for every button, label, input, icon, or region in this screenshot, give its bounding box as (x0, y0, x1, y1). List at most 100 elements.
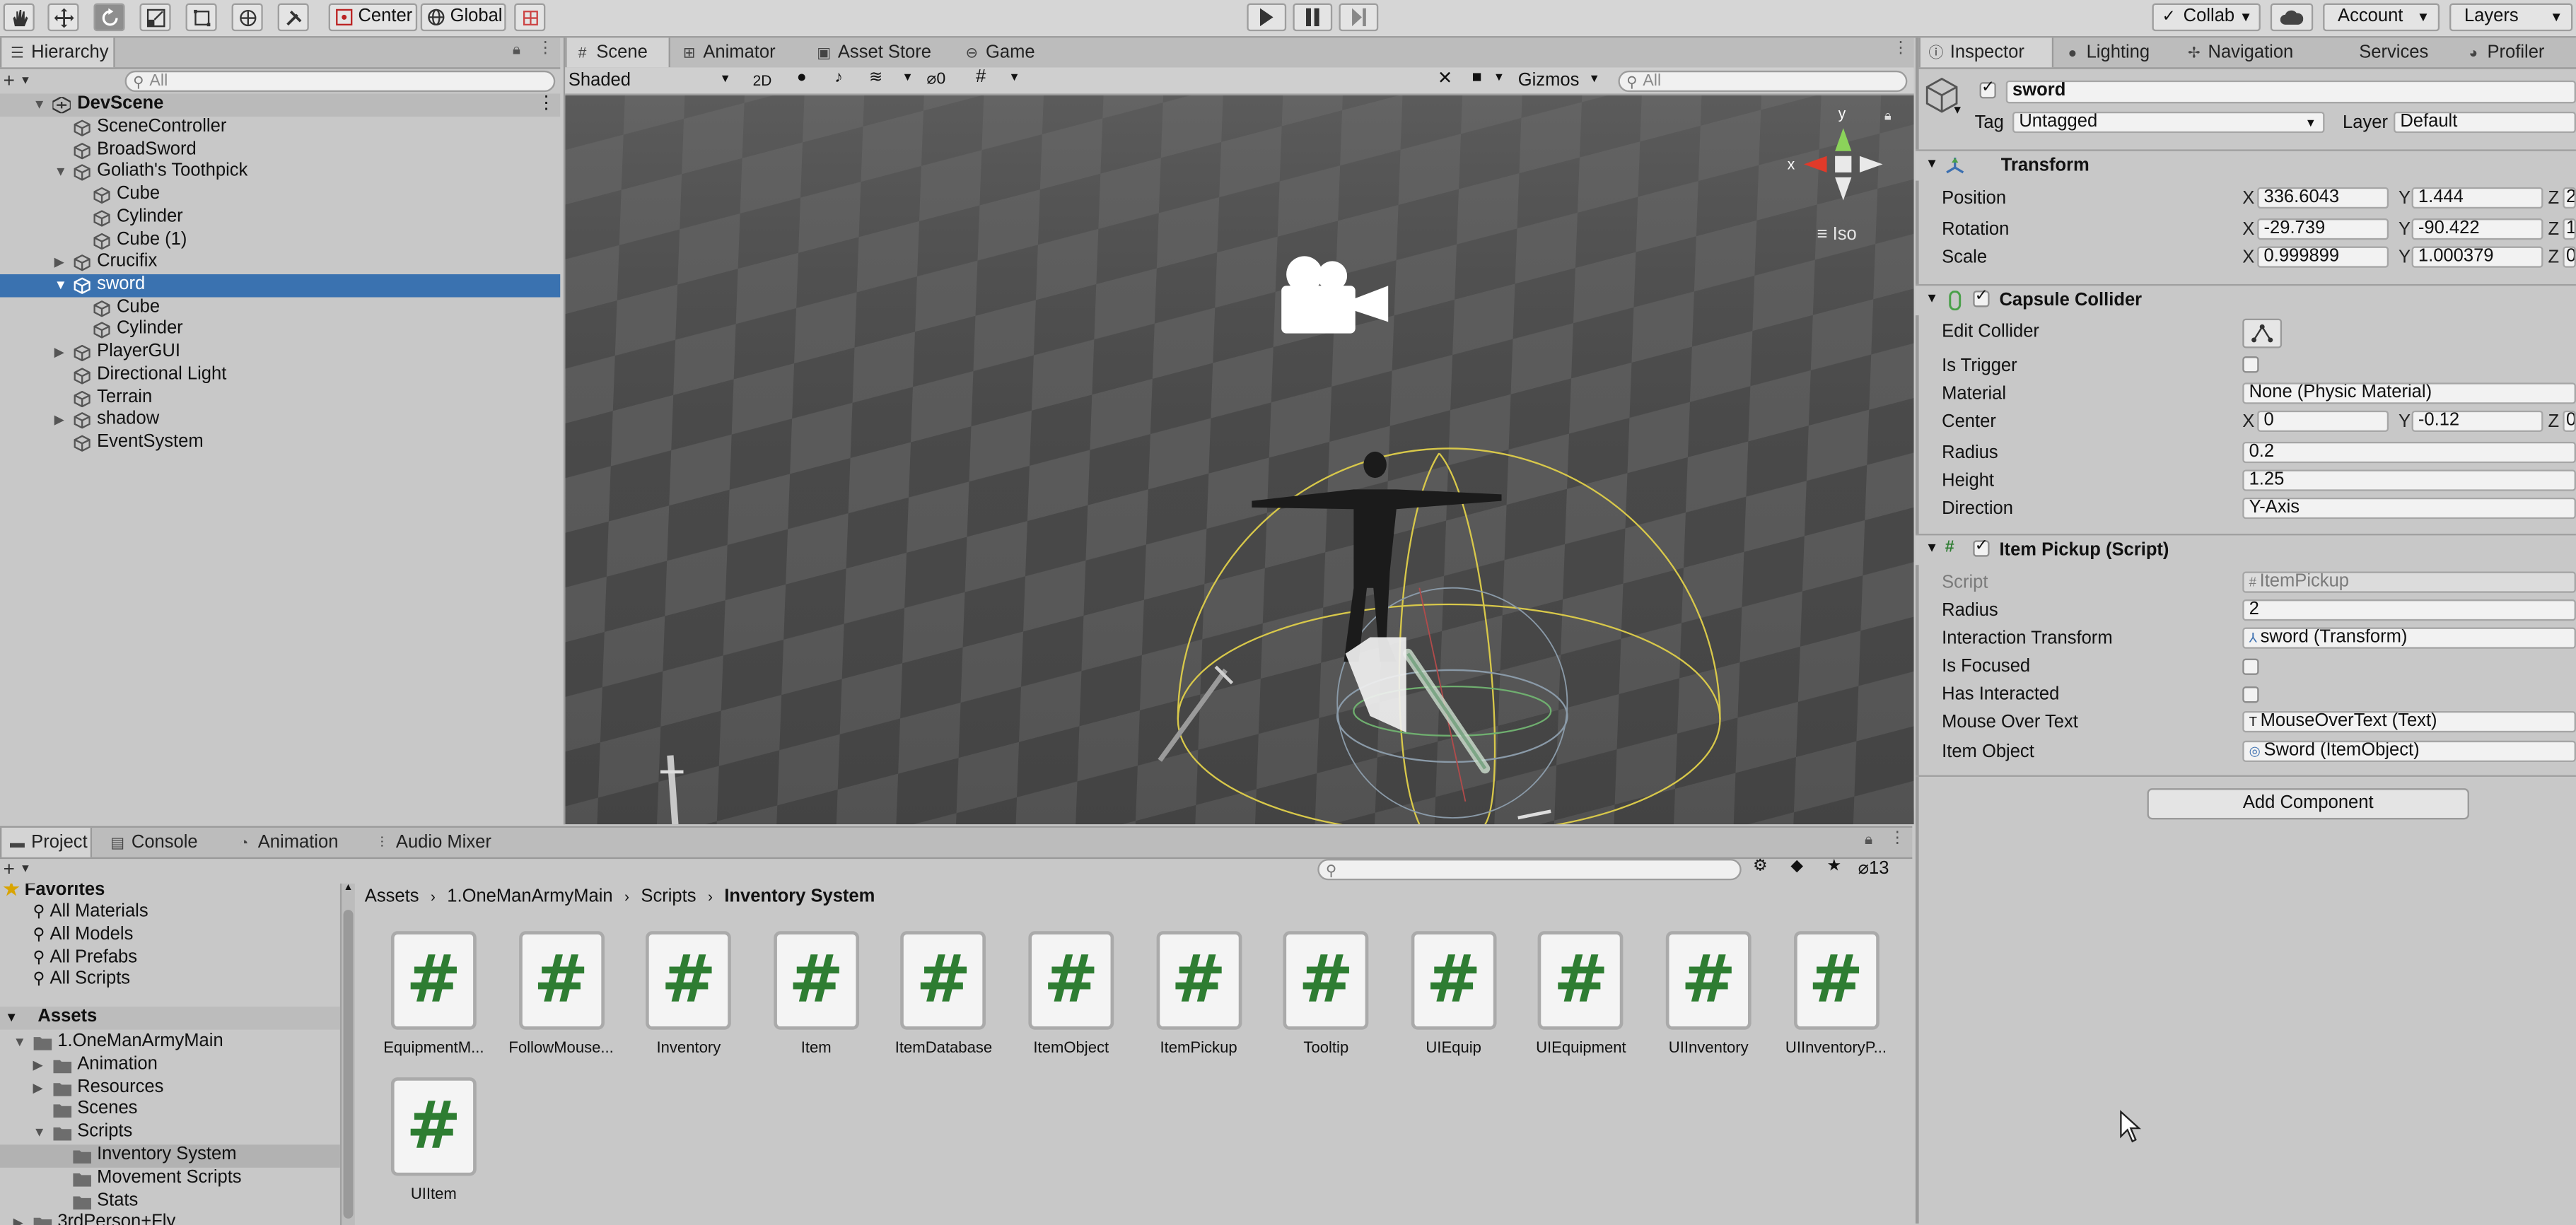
filter-by-label-icon[interactable]: ◆ (1790, 857, 1803, 876)
folder-tree-item[interactable]: Inventory System (0, 1144, 340, 1168)
favorite-star-icon[interactable]: ★ (1827, 857, 1842, 876)
hierarchy-item[interactable]: ▼ Goliath's Toothpick (0, 162, 560, 184)
script-asset[interactable]: # ItemPickup (1141, 931, 1257, 1057)
script-asset[interactable]: # Item (759, 931, 874, 1057)
position-y-field[interactable]: 1.444 (2411, 187, 2543, 209)
projection-toggle[interactable]: ≡ Iso (1817, 225, 1857, 245)
tree-scrollbar[interactable]: ▲ (339, 883, 355, 1225)
lock-icon[interactable]: 🔒︎ (1865, 831, 1872, 850)
camera-dropdown-arrow-icon[interactable]: ▼ (1493, 72, 1505, 83)
hierarchy-item[interactable]: Cube (0, 297, 560, 320)
folder-tree-item[interactable]: ▼ Scripts (0, 1122, 340, 1144)
custom-tool-button[interactable] (277, 3, 309, 32)
script-asset[interactable]: # UIItem (376, 1077, 491, 1204)
tab-hierarchy[interactable]: ☰ Hierarchy (0, 37, 115, 68)
hierarchy-item[interactable]: ▼ sword (0, 274, 561, 297)
script-asset[interactable]: # UIEquip (1396, 931, 1511, 1057)
mouse-over-text-field[interactable]: T MouseOverText (Text) (2242, 710, 2576, 733)
breadcrumb-assets[interactable]: Assets (365, 887, 419, 907)
panel-menu-icon[interactable]: ⋮ (537, 40, 554, 58)
create-button[interactable]: + ▼ (4, 69, 31, 93)
expanded-arrow-icon[interactable]: ▼ (54, 162, 67, 184)
script-asset[interactable]: # ItemDatabase (886, 931, 1001, 1057)
scroll-up-arrow-icon[interactable]: ▲ (344, 884, 354, 893)
rotation-z-field[interactable]: 1 (2563, 218, 2576, 240)
hierarchy-item[interactable]: ▶ Crucifix (0, 252, 560, 274)
tab-inspector[interactable]: ⓘ Inspector (1918, 37, 2054, 68)
script-asset[interactable]: # Tooltip (1269, 931, 1384, 1057)
folder-tree-item[interactable]: ▼ 1.OneManArmyMain (0, 1031, 340, 1054)
hierarchy-item[interactable]: Terrain (0, 387, 560, 409)
tools-icon[interactable]: ✕ (1438, 67, 1452, 89)
rect-tool-button[interactable] (185, 3, 217, 32)
project-create-button[interactable]: + ▼ (4, 857, 31, 881)
hierarchy-item[interactable]: ▶ PlayerGUI (0, 342, 560, 365)
collab-dropdown[interactable]: ✓ Collab ▼ (2152, 3, 2261, 32)
edit-collider-button[interactable] (2242, 318, 2283, 348)
favorite-item[interactable]: ⚲ All Materials (33, 901, 148, 921)
scene-menu-icon[interactable]: ⋮ (537, 93, 556, 116)
tab-console[interactable]: ▤ Console (102, 828, 214, 857)
height-field[interactable]: 1.25 (2242, 469, 2576, 491)
effects-toggle-icon[interactable]: ≋ (869, 69, 882, 88)
script-asset[interactable]: # FollowMouse... (503, 931, 619, 1057)
folder-tree-item[interactable]: Movement Scripts (0, 1167, 340, 1190)
tab-asset-store[interactable]: ▣ Asset Store (808, 37, 952, 67)
material-field[interactable]: None (Physic Material) (2242, 382, 2576, 404)
transform-header[interactable]: ▼ Transform (1915, 149, 2576, 181)
folder-tree-item[interactable]: Scenes (0, 1099, 340, 1122)
lighting-toggle-icon[interactable]: ● (797, 69, 807, 88)
hierarchy-item[interactable]: Cube (1) (0, 229, 560, 252)
breadcrumb-scripts[interactable]: Scripts (641, 887, 696, 907)
tab-profiler[interactable]: ◕ Profiler (2458, 37, 2576, 67)
cloud-button[interactable] (2270, 3, 2314, 32)
is-focused-checkbox[interactable] (2242, 658, 2259, 675)
step-button[interactable] (1339, 3, 1379, 32)
item-pickup-enabled-checkbox[interactable] (1973, 537, 1990, 557)
item-object-field[interactable]: ◎ Sword (ItemObject) (2242, 740, 2576, 763)
collapsed-arrow-icon[interactable]: ▶ (33, 1057, 42, 1072)
hierarchy-item[interactable]: Cylinder (0, 206, 560, 229)
pivot-global-toggle[interactable]: Global (420, 3, 506, 32)
gizmos-dropdown[interactable]: Gizmos ▼ (1518, 69, 1604, 93)
add-component-button[interactable]: Add Component (2147, 788, 2469, 820)
item-pickup-header[interactable]: ▼ # Item Pickup (Script) (1915, 534, 2576, 565)
expanded-arrow-icon[interactable]: ▼ (13, 1035, 26, 1050)
favorite-item[interactable]: ⚲ All Models (33, 925, 133, 944)
filter-by-type-icon[interactable]: ⚙ (1753, 857, 1768, 876)
folder-tree-item[interactable]: Stats (0, 1190, 340, 1212)
center-z-field[interactable]: 0 (2563, 410, 2576, 433)
breadcrumb-inventory-system[interactable]: Inventory System (724, 887, 875, 907)
center-y-field[interactable]: -0.12 (2411, 410, 2543, 433)
script-asset[interactable]: # EquipmentM... (376, 931, 491, 1057)
collapsed-arrow-icon[interactable]: ▶ (13, 1216, 23, 1225)
breadcrumb-onemanarmy[interactable]: 1.OneManArmyMain (447, 887, 612, 907)
tab-services[interactable]: Services (2353, 37, 2458, 67)
effects-dropdown-arrow-icon[interactable]: ▼ (902, 72, 913, 83)
transform-tool-button[interactable] (231, 3, 263, 32)
script-asset[interactable]: # UIInventory (1651, 931, 1766, 1057)
tab-navigation[interactable]: ✢ Navigation (2179, 37, 2336, 67)
tab-animator[interactable]: ⊞ Animator (674, 37, 802, 67)
scale-x-field[interactable]: 0.999899 (2257, 246, 2389, 268)
object-name-input[interactable]: sword (2005, 80, 2576, 104)
grid-toggle-icon[interactable]: # (976, 67, 986, 87)
script-asset[interactable]: # ItemObject (1013, 931, 1129, 1057)
rotate-tool-button[interactable] (93, 3, 125, 32)
lock-icon[interactable]: 🔒︎ (513, 41, 520, 59)
folder-tree-item[interactable]: ▶ Animation (0, 1054, 340, 1077)
pivot-center-toggle[interactable]: Center (328, 3, 418, 32)
hidden-packages-counter[interactable]: ⌀13 (1858, 857, 1889, 879)
script-asset[interactable]: # UIInventoryP... (1778, 931, 1894, 1057)
grid-dropdown-arrow-icon[interactable]: ▼ (1009, 72, 1020, 83)
script-asset[interactable]: # Inventory (631, 931, 747, 1057)
position-x-field[interactable]: 336.6043 (2257, 187, 2389, 209)
2d-toggle[interactable]: 2D (746, 69, 779, 93)
rotation-y-field[interactable]: -90.422 (2411, 218, 2543, 240)
capsule-enabled-checkbox[interactable] (1973, 288, 1990, 307)
collapsed-arrow-icon[interactable]: ▶ (54, 252, 64, 274)
collapsed-arrow-icon[interactable]: ▶ (54, 342, 64, 365)
camera-icon[interactable]: ■ (1472, 69, 1482, 88)
hierarchy-item[interactable]: ▶ shadow (0, 409, 560, 432)
tab-lighting[interactable]: ● Lighting (2057, 37, 2175, 67)
